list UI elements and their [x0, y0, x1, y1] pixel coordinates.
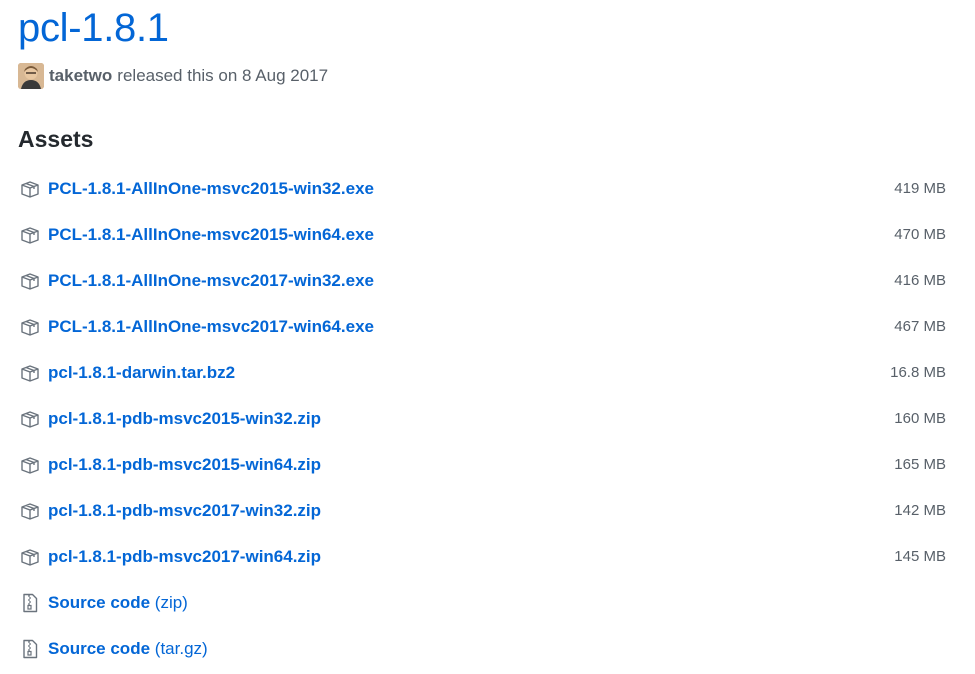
asset-row: PCL-1.8.1-AllInOne-msvc2017-win32.exe 41… [0, 258, 975, 304]
asset-size: 467 MB [894, 318, 946, 335]
source-code-row: Source code (zip) [0, 580, 975, 626]
asset-size: 145 MB [894, 548, 946, 565]
asset-row: pcl-1.8.1-pdb-msvc2015-win32.zip 160 MB [0, 396, 975, 442]
asset-row: pcl-1.8.1-pdb-msvc2015-win64.zip 165 MB [0, 442, 975, 488]
release-date-text: released this on 8 Aug 2017 [117, 66, 329, 85]
source-code-zip-link[interactable]: Source code (zip) [48, 592, 188, 614]
source-code-targz-link[interactable]: Source code (tar.gz) [48, 638, 208, 660]
asset-download-link[interactable]: pcl-1.8.1-darwin.tar.bz2 [48, 362, 235, 384]
source-code-label: Source code [48, 639, 151, 658]
asset-row: PCL-1.8.1-AllInOne-msvc2017-win64.exe 46… [0, 304, 975, 350]
asset-size: 165 MB [894, 456, 946, 473]
author-link[interactable]: taketwo [49, 66, 112, 86]
asset-row: pcl-1.8.1-darwin.tar.bz2 16.8 MB [0, 350, 975, 396]
asset-download-link[interactable]: PCL-1.8.1-AllInOne-msvc2015-win64.exe [48, 224, 374, 246]
package-icon [21, 549, 39, 566]
asset-size: 160 MB [894, 410, 946, 427]
package-icon [21, 273, 39, 290]
asset-list: PCL-1.8.1-AllInOne-msvc2015-win32.exe 41… [0, 166, 975, 672]
asset-download-link[interactable]: pcl-1.8.1-pdb-msvc2017-win32.zip [48, 500, 321, 522]
asset-size: 419 MB [894, 180, 946, 197]
asset-size: 470 MB [894, 226, 946, 243]
asset-download-link[interactable]: PCL-1.8.1-AllInOne-msvc2017-win32.exe [48, 270, 374, 292]
source-code-format: (tar.gz) [154, 639, 208, 658]
source-code-format: (zip) [154, 593, 188, 612]
release-title[interactable]: pcl-1.8.1 [18, 2, 169, 54]
asset-download-link[interactable]: PCL-1.8.1-AllInOne-msvc2017-win64.exe [48, 316, 374, 338]
asset-row: PCL-1.8.1-AllInOne-msvc2015-win32.exe 41… [0, 166, 975, 212]
package-icon [21, 365, 39, 382]
asset-download-link[interactable]: pcl-1.8.1-pdb-msvc2017-win64.zip [48, 546, 321, 568]
author-avatar[interactable] [18, 63, 44, 89]
release-byline: taketwo released this on 8 Aug 2017 [18, 62, 328, 90]
asset-row: pcl-1.8.1-pdb-msvc2017-win32.zip 142 MB [0, 488, 975, 534]
package-icon [21, 411, 39, 428]
asset-size: 142 MB [894, 502, 946, 519]
file-zip-icon [23, 593, 38, 613]
asset-download-link[interactable]: pcl-1.8.1-pdb-msvc2015-win64.zip [48, 454, 321, 476]
package-icon [21, 319, 39, 336]
package-icon [21, 457, 39, 474]
asset-row: pcl-1.8.1-pdb-msvc2017-win64.zip 145 MB [0, 534, 975, 580]
package-icon [21, 503, 39, 520]
asset-size: 416 MB [894, 272, 946, 289]
source-code-label: Source code [48, 593, 151, 612]
package-icon [21, 181, 39, 198]
asset-size: 16.8 MB [890, 364, 946, 381]
source-code-row: Source code (tar.gz) [0, 626, 975, 672]
package-icon [21, 227, 39, 244]
asset-download-link[interactable]: pcl-1.8.1-pdb-msvc2015-win32.zip [48, 408, 321, 430]
file-zip-icon [23, 639, 38, 659]
asset-row: PCL-1.8.1-AllInOne-msvc2015-win64.exe 47… [0, 212, 975, 258]
assets-heading: Assets [18, 126, 94, 152]
asset-download-link[interactable]: PCL-1.8.1-AllInOne-msvc2015-win32.exe [48, 178, 374, 200]
